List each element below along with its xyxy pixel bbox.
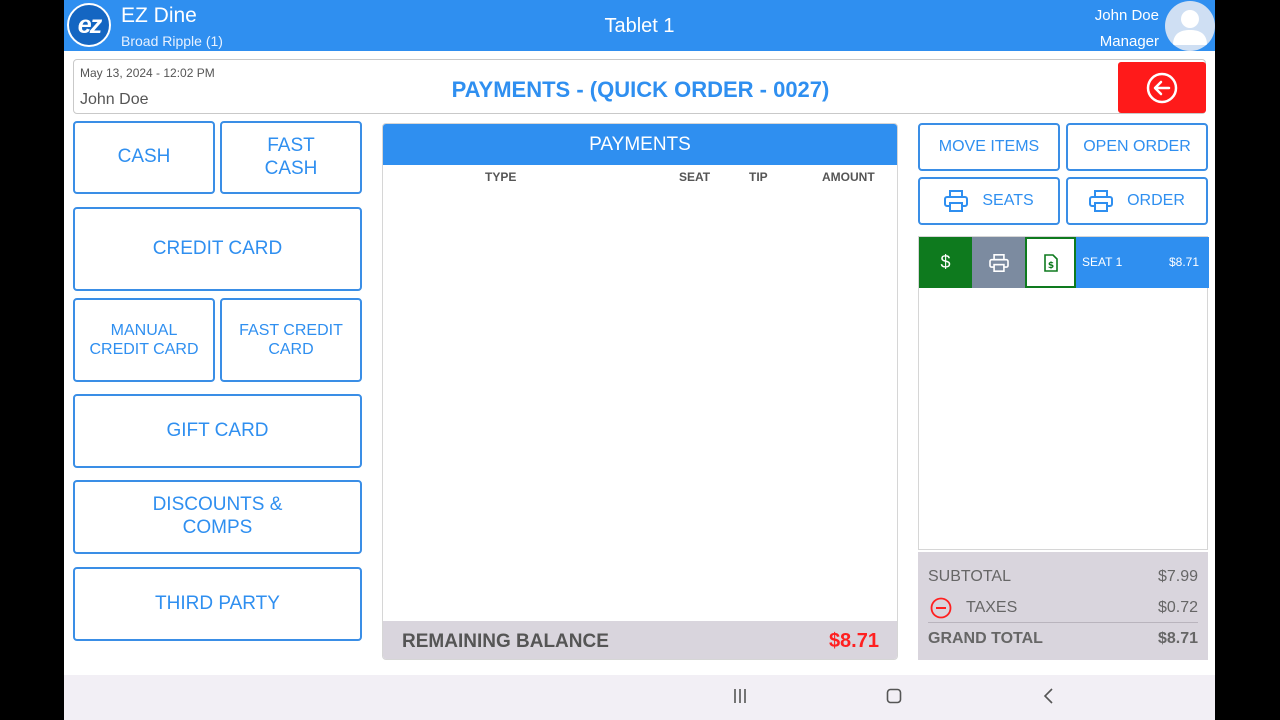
minus-circle-icon	[930, 597, 952, 619]
back-button[interactable]	[1118, 62, 1206, 113]
subtotal-value: $7.99	[1157, 568, 1198, 585]
grand-total-row: GRAND TOTAL $8.71	[928, 630, 1198, 648]
user-avatar-icon[interactable]	[1165, 1, 1215, 51]
svg-text:$: $	[1047, 261, 1053, 271]
move-items-button[interactable]: MOVE ITEMS	[918, 123, 1060, 171]
remove-tax-button[interactable]	[930, 597, 952, 624]
cash-button[interactable]: CASH	[73, 121, 215, 194]
grand-total-label: GRAND TOTAL	[928, 630, 1043, 647]
seat-pay-button[interactable]: $	[919, 237, 972, 288]
seat-print-button[interactable]	[972, 237, 1025, 288]
open-order-button[interactable]: OPEN ORDER	[1066, 123, 1208, 171]
print-seats-label: SEATS	[982, 192, 1034, 209]
back-nav-icon[interactable]	[1041, 687, 1057, 710]
credit-card-button[interactable]: CREDIT CARD	[73, 207, 362, 291]
receipt-dollar-icon: $	[1043, 253, 1058, 272]
seat-label: SEAT 1	[1082, 255, 1123, 269]
remaining-balance-value: $8.71	[828, 630, 879, 652]
seat-list: $ $ SEAT 1 $8.71	[918, 236, 1209, 550]
taxes-value: $0.72	[1157, 599, 1198, 616]
seat-amount: $8.71	[1168, 255, 1199, 269]
subtotal-row: SUBTOTAL $7.99	[928, 568, 1198, 586]
pos-app: ez EZ Dine Broad Ripple (1) Tablet 1 Joh…	[64, 0, 1215, 720]
manual-credit-card-button[interactable]: MANUAL CREDIT CARD	[73, 298, 215, 382]
ez-dine-logo: ez	[67, 3, 111, 47]
recent-apps-icon[interactable]	[732, 687, 748, 710]
column-header-amount: AMOUNT	[822, 170, 875, 184]
printer-icon	[988, 253, 1009, 272]
gift-card-button[interactable]: GIFT CARD	[73, 394, 362, 468]
column-header-tip: TIP	[749, 170, 768, 184]
print-seats-button[interactable]: SEATS	[918, 177, 1060, 225]
order-datetime: May 13, 2024 - 12:02 PM	[80, 66, 215, 80]
seat-row[interactable]: $ $ SEAT 1 $8.71	[919, 237, 1209, 288]
totals-divider	[928, 622, 1198, 623]
printer-icon	[1089, 190, 1114, 212]
grand-total-value: $8.71	[1157, 630, 1198, 647]
system-navigation-bar	[64, 675, 1215, 720]
order-server: John Doe	[80, 91, 149, 108]
user-role: Manager	[1099, 33, 1159, 50]
circle-arrow-left-icon	[1146, 72, 1178, 103]
printer-icon	[944, 190, 969, 212]
seat-receipt-button[interactable]: $	[1025, 237, 1076, 288]
fast-cash-button[interactable]: FAST CASH	[220, 121, 362, 194]
fast-credit-card-button[interactable]: FAST CREDIT CARD	[220, 298, 362, 382]
taxes-label: TAXES	[966, 599, 1018, 616]
remaining-balance-bar: REMAINING BALANCE $8.71	[383, 621, 897, 659]
home-icon[interactable]	[886, 687, 902, 710]
subtotal-label: SUBTOTAL	[928, 568, 1011, 585]
page-title: PAYMENTS - (QUICK ORDER - 0027)	[451, 77, 830, 102]
order-totals: SUBTOTAL $7.99 TAXES $0.72 GRAND TOTAL $…	[918, 552, 1208, 660]
payments-panel: PAYMENTS TYPE SEAT TIP AMOUNT REMAINING …	[382, 123, 898, 660]
app-name: EZ Dine	[121, 4, 197, 27]
print-order-button[interactable]: ORDER	[1066, 177, 1208, 225]
column-header-type: TYPE	[485, 170, 517, 184]
order-header: May 13, 2024 - 12:02 PM John Doe PAYMENT…	[73, 59, 1206, 114]
print-order-label: ORDER	[1127, 192, 1185, 209]
remaining-balance-label: REMAINING BALANCE	[402, 631, 609, 652]
location-name: Broad Ripple (1)	[121, 33, 223, 49]
app-top-bar: ez EZ Dine Broad Ripple (1) Tablet 1 Joh…	[64, 0, 1215, 51]
device-name: Tablet 1	[604, 15, 675, 37]
column-header-seat: SEAT	[679, 170, 711, 184]
dollar-icon: $	[940, 252, 951, 272]
user-name: John Doe	[1094, 7, 1159, 24]
discounts-comps-button[interactable]: DISCOUNTS & COMPS	[73, 480, 362, 554]
third-party-button[interactable]: THIRD PARTY	[73, 567, 362, 641]
payments-panel-title: PAYMENTS	[383, 124, 897, 165]
